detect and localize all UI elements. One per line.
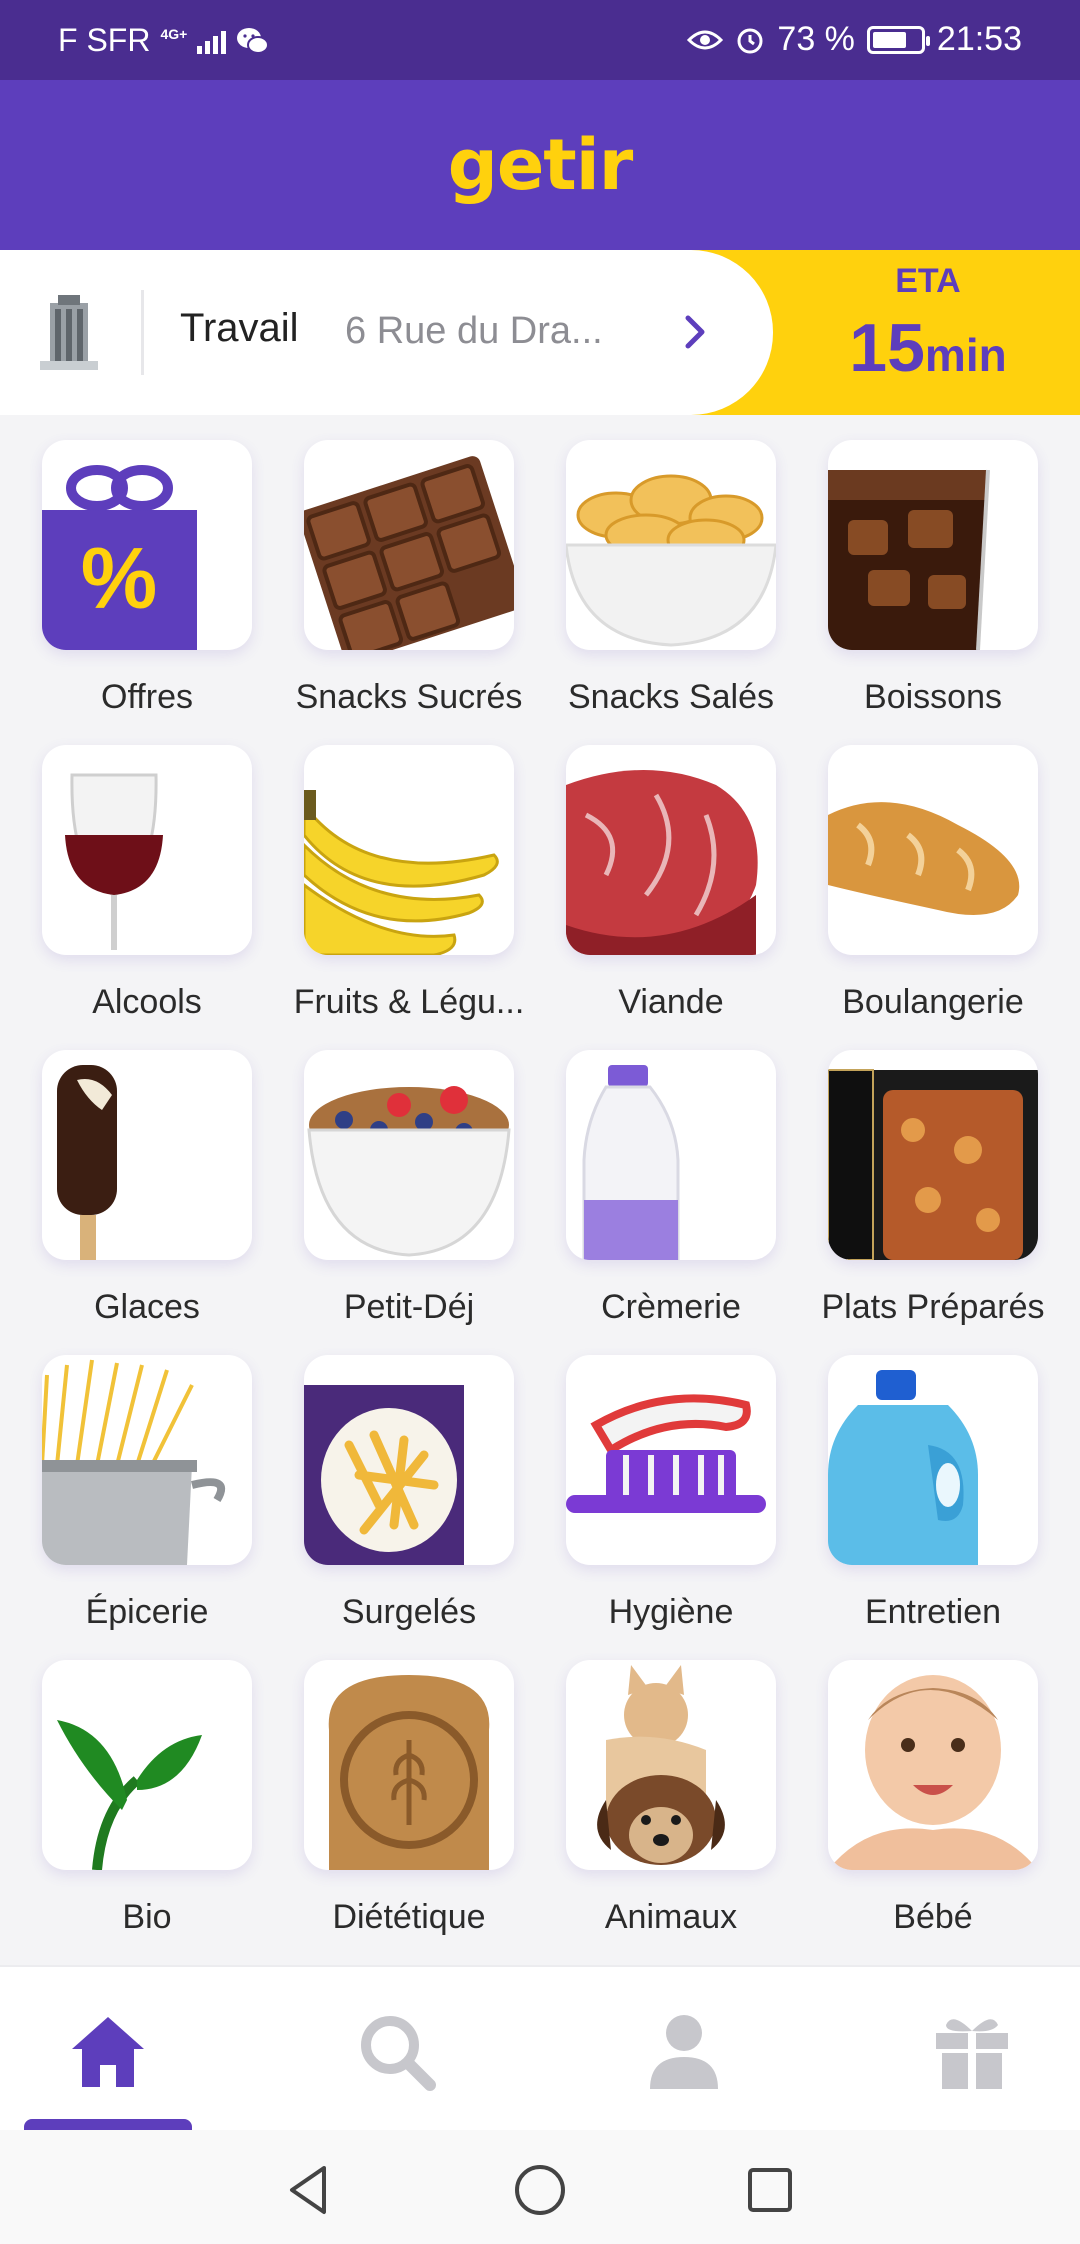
category-label: Surgelés	[341, 1593, 477, 1631]
address-label: Travail	[180, 306, 299, 350]
status-right: 73 % 21:53	[687, 20, 1022, 59]
category-label: Snacks Salés	[568, 678, 774, 716]
category-cremerie[interactable]: Crèmerie	[540, 1050, 802, 1326]
address-text: 6 Rue du Dra...	[345, 310, 603, 352]
app-header: getir	[0, 80, 1080, 250]
address-bar[interactable]: Travail 6 Rue du Dra... ETA 15min	[0, 250, 1080, 415]
recents-icon[interactable]	[740, 2160, 800, 2220]
home-circle-icon[interactable]	[510, 2160, 570, 2220]
category-label: Épicerie	[85, 1593, 209, 1631]
search-icon[interactable]	[356, 2011, 436, 2091]
category-snacks-sales[interactable]: Snacks Salés	[540, 440, 802, 716]
category-offres[interactable]: % Offres	[16, 440, 278, 716]
category-glaces[interactable]: Glaces	[16, 1050, 278, 1326]
back-icon[interactable]	[280, 2160, 340, 2220]
category-label: Boulangerie	[842, 983, 1024, 1021]
getir-logo: getir	[447, 124, 634, 206]
bananas-icon	[304, 790, 499, 955]
steak-icon	[566, 770, 758, 955]
category-label: Diététique	[332, 1898, 486, 1936]
eta-number: 15	[849, 310, 925, 386]
battery-percent: 73 %	[777, 20, 855, 58]
milk-bottle-icon	[582, 1065, 680, 1260]
category-label: Petit-Déj	[343, 1288, 475, 1326]
category-boissons[interactable]: Boissons	[802, 440, 1064, 716]
category-label: Snacks Sucrés	[295, 678, 523, 716]
category-hygiene[interactable]: Hygiène	[540, 1355, 802, 1631]
clock: 21:53	[936, 20, 1022, 58]
category-viande[interactable]: Viande	[540, 745, 802, 1021]
category-label: Viande	[618, 983, 724, 1021]
category-label: Hygiène	[608, 1593, 734, 1631]
category-label: Bébé	[893, 1898, 973, 1936]
category-label: Animaux	[604, 1898, 738, 1936]
baguette-icon	[828, 802, 1020, 915]
profile-icon[interactable]	[644, 2011, 724, 2091]
cola-glass-icon	[828, 469, 990, 650]
eta-unit: min	[924, 329, 1007, 381]
chevron-right-icon[interactable]	[675, 312, 715, 352]
ice-cream-bar-icon	[57, 1065, 117, 1260]
eta-label: ETA	[895, 262, 961, 300]
category-fruits-legumes[interactable]: Fruits & Légu...	[278, 745, 540, 1021]
category-label: Glaces	[94, 1288, 200, 1326]
cat-dog-icon	[597, 1665, 725, 1865]
alarm-icon	[737, 28, 763, 53]
home-icon[interactable]	[68, 2011, 148, 2091]
toothbrush-icon	[566, 1394, 766, 1513]
status-bar: F SFR 4G+ 73 % 21:53	[0, 0, 1080, 80]
eye-icon	[687, 30, 724, 49]
category-boulangerie[interactable]: Boulangerie	[802, 745, 1064, 1021]
carrier-name: F SFR	[58, 22, 151, 58]
category-label: Fruits & Légu...	[293, 983, 525, 1021]
status-left: F SFR 4G+	[58, 22, 270, 59]
category-bio[interactable]: Bio	[16, 1660, 278, 1936]
category-label: Bio	[122, 1898, 172, 1936]
category-entretien[interactable]: Entretien	[802, 1355, 1064, 1631]
category-alcools[interactable]: Alcools	[16, 745, 278, 1021]
bottom-nav	[0, 1965, 1080, 2132]
category-label: Alcools	[92, 983, 202, 1021]
detergent-bottle-icon	[828, 1370, 978, 1565]
svg-text:%: %	[81, 531, 157, 627]
address-selector[interactable]: Travail 6 Rue du Dra...	[0, 250, 773, 415]
baby-icon	[828, 1675, 1038, 1870]
frozen-fries-icon	[304, 1385, 464, 1565]
category-epicerie[interactable]: Épicerie	[16, 1355, 278, 1631]
eta-badge: ETA 15min	[823, 262, 1033, 387]
category-bebe[interactable]: Bébé	[802, 1660, 1064, 1936]
category-label: Plats Préparés	[821, 1288, 1045, 1326]
gift-percent-icon: %	[42, 465, 197, 650]
category-grid: % Offres Snacks Sucrés Snacks Salés Bois…	[0, 440, 1080, 1936]
system-nav-bar	[0, 2130, 1080, 2244]
building-icon	[40, 295, 98, 370]
category-snacks-sucres[interactable]: Snacks Sucrés	[278, 440, 540, 716]
category-label: Crèmerie	[601, 1288, 741, 1326]
gift-icon[interactable]	[932, 2011, 1012, 2091]
wechat-icon	[237, 27, 270, 54]
category-petit-dej[interactable]: Petit-Déj	[278, 1050, 540, 1326]
battery-icon	[866, 25, 930, 54]
pasta-pot-icon	[42, 1359, 226, 1565]
category-surgeles[interactable]: Surgelés	[278, 1355, 540, 1631]
address-divider	[141, 290, 144, 375]
eta-value: 15min	[823, 309, 1033, 387]
chocolate-icon	[304, 456, 514, 650]
category-label: Boissons	[864, 678, 1002, 716]
signal-icon	[197, 28, 227, 54]
category-animaux[interactable]: Animaux	[540, 1660, 802, 1936]
wine-glass-icon	[65, 773, 163, 950]
cereal-bowl-icon	[307, 1086, 511, 1257]
lasagna-tray-icon	[828, 1069, 1038, 1260]
category-dietetique[interactable]: Diététique	[278, 1660, 540, 1936]
sprout-icon	[57, 1720, 202, 1870]
category-label: Entretien	[864, 1593, 1002, 1631]
network-type: 4G+	[160, 25, 188, 42]
category-label: Offres	[101, 678, 193, 716]
chips-bowl-icon	[566, 474, 776, 647]
wholegrain-bread-icon	[328, 1675, 490, 1870]
category-plats-prepares[interactable]: Plats Préparés	[802, 1050, 1064, 1326]
